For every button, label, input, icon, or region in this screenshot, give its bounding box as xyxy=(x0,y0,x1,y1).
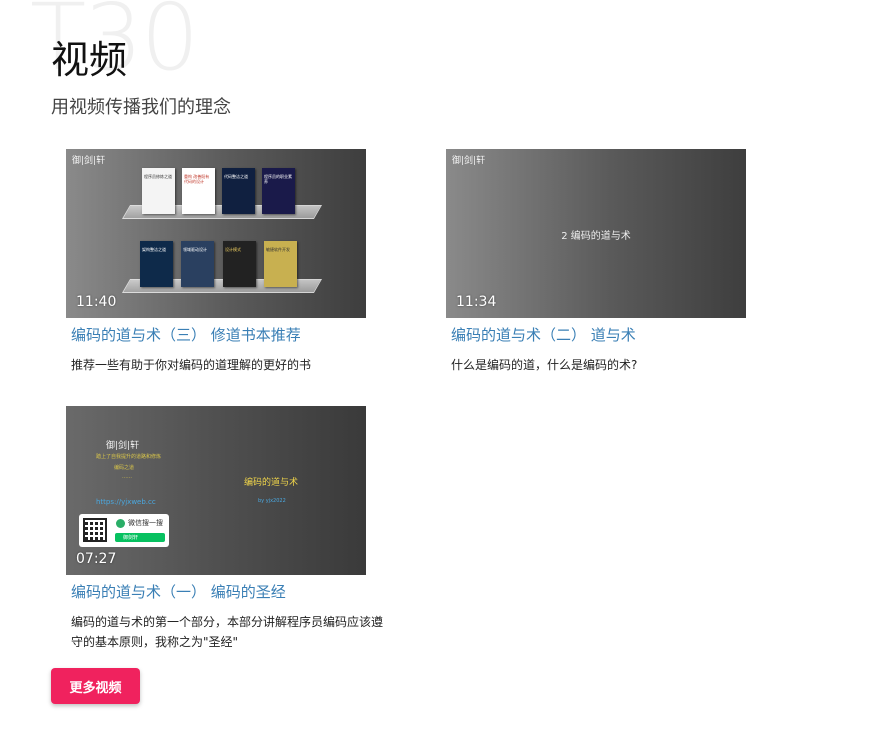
video-thumbnail[interactable]: 御|剑|轩 2 编码的道与术 11:34 xyxy=(446,149,746,318)
thumbnail-url: https://yjxweb.cc xyxy=(96,498,156,506)
video-card: 御|剑|轩 程序员修炼之道 重构 改善既有代码的设计 代码整洁之道 程序员的职业… xyxy=(66,149,396,375)
video-thumbnail[interactable]: 御|剑|轩 程序员修炼之道 重构 改善既有代码的设计 代码整洁之道 程序员的职业… xyxy=(66,149,366,318)
video-duration: 07:27 xyxy=(76,551,117,567)
video-title-link[interactable]: 编码的道与术（二） 道与术 xyxy=(451,325,776,345)
thumbnail-title: 编码的道与术 xyxy=(244,478,299,488)
thumbnail-logo: 御|剑|轩 xyxy=(452,156,486,166)
book-cover: 架构整洁之道 xyxy=(140,241,173,287)
page: T30 视频 用视频传播我们的理念 御|剑|轩 程序员修炼之道 重构 改善既有代… xyxy=(0,0,892,738)
book-title: 重构 改善既有代码的设计 xyxy=(184,174,210,184)
book-cover: 领域驱动设计 xyxy=(181,241,214,287)
book-cover: 程序员修炼之道 xyxy=(142,168,175,214)
wechat-search-card: 微信搜一搜 御剑轩 xyxy=(79,514,169,547)
book-title: 敏捷软件开发 xyxy=(266,247,290,252)
thumbnail-logo: 御|剑|轩 xyxy=(106,441,140,451)
video-duration: 11:40 xyxy=(76,294,117,310)
book-title: 设计模式 xyxy=(225,247,241,252)
section-title: 视频 xyxy=(51,38,128,82)
book-title: 程序员的职业素养 xyxy=(264,174,292,184)
video-card: 御|剑|轩 2 编码的道与术 11:34 编码的道与术（二） 道与术 什么是编码… xyxy=(446,149,776,375)
thumbnail-text-line: 踏上了自我提升的道路和修炼 xyxy=(96,454,162,460)
thumbnail-logo: 御|剑|轩 xyxy=(72,156,106,166)
more-videos-button[interactable]: 更多视频 xyxy=(51,668,140,704)
book-cover: 代码整洁之道 xyxy=(222,168,255,214)
video-description: 什么是编码的道，什么是编码的术? xyxy=(451,358,638,372)
wechat-icon xyxy=(116,519,125,528)
thumbnail-text-line: 编码之道 xyxy=(114,465,135,471)
video-thumbnail[interactable]: 御|剑|轩 踏上了自我提升的道路和修炼 编码之道 …… 编码的道与术 https… xyxy=(66,406,366,575)
book-title: 程序员修炼之道 xyxy=(144,174,172,179)
book-title: 领域驱动设计 xyxy=(183,247,207,252)
thumbnail-byline: by yjx2022 xyxy=(258,498,286,504)
book-cover: 设计模式 xyxy=(223,241,256,287)
book-title: 架构整洁之道 xyxy=(142,247,166,252)
thumbnail-caption: 2 编码的道与术 xyxy=(561,231,631,242)
section-subtitle: 用视频传播我们的理念 xyxy=(51,97,231,118)
wechat-search-bar: 御剑轩 xyxy=(115,533,165,542)
video-duration: 11:34 xyxy=(456,294,497,310)
wechat-search-text: 御剑轩 xyxy=(123,535,139,541)
video-description: 编码的道与术的第一个部分，本部分讲解程序员编码应该遵守的基本原则，我称之为"圣经… xyxy=(71,615,384,649)
qr-code-icon xyxy=(83,518,107,542)
thumbnail-text-line: …… xyxy=(122,474,132,480)
wechat-label: 微信搜一搜 xyxy=(128,519,163,527)
video-description: 推荐一些有助于你对编码的道理解的更好的书 xyxy=(71,358,312,372)
video-card: 御|剑|轩 踏上了自我提升的道路和修炼 编码之道 …… 编码的道与术 https… xyxy=(66,406,396,652)
book-cover: 程序员的职业素养 xyxy=(262,168,295,214)
book-cover: 敏捷软件开发 xyxy=(264,241,297,287)
video-title-link[interactable]: 编码的道与术（三） 修道书本推荐 xyxy=(71,325,396,345)
book-cover: 重构 改善既有代码的设计 xyxy=(182,168,215,214)
book-title: 代码整洁之道 xyxy=(224,174,248,179)
video-title-link[interactable]: 编码的道与术（一） 编码的圣经 xyxy=(71,582,396,602)
